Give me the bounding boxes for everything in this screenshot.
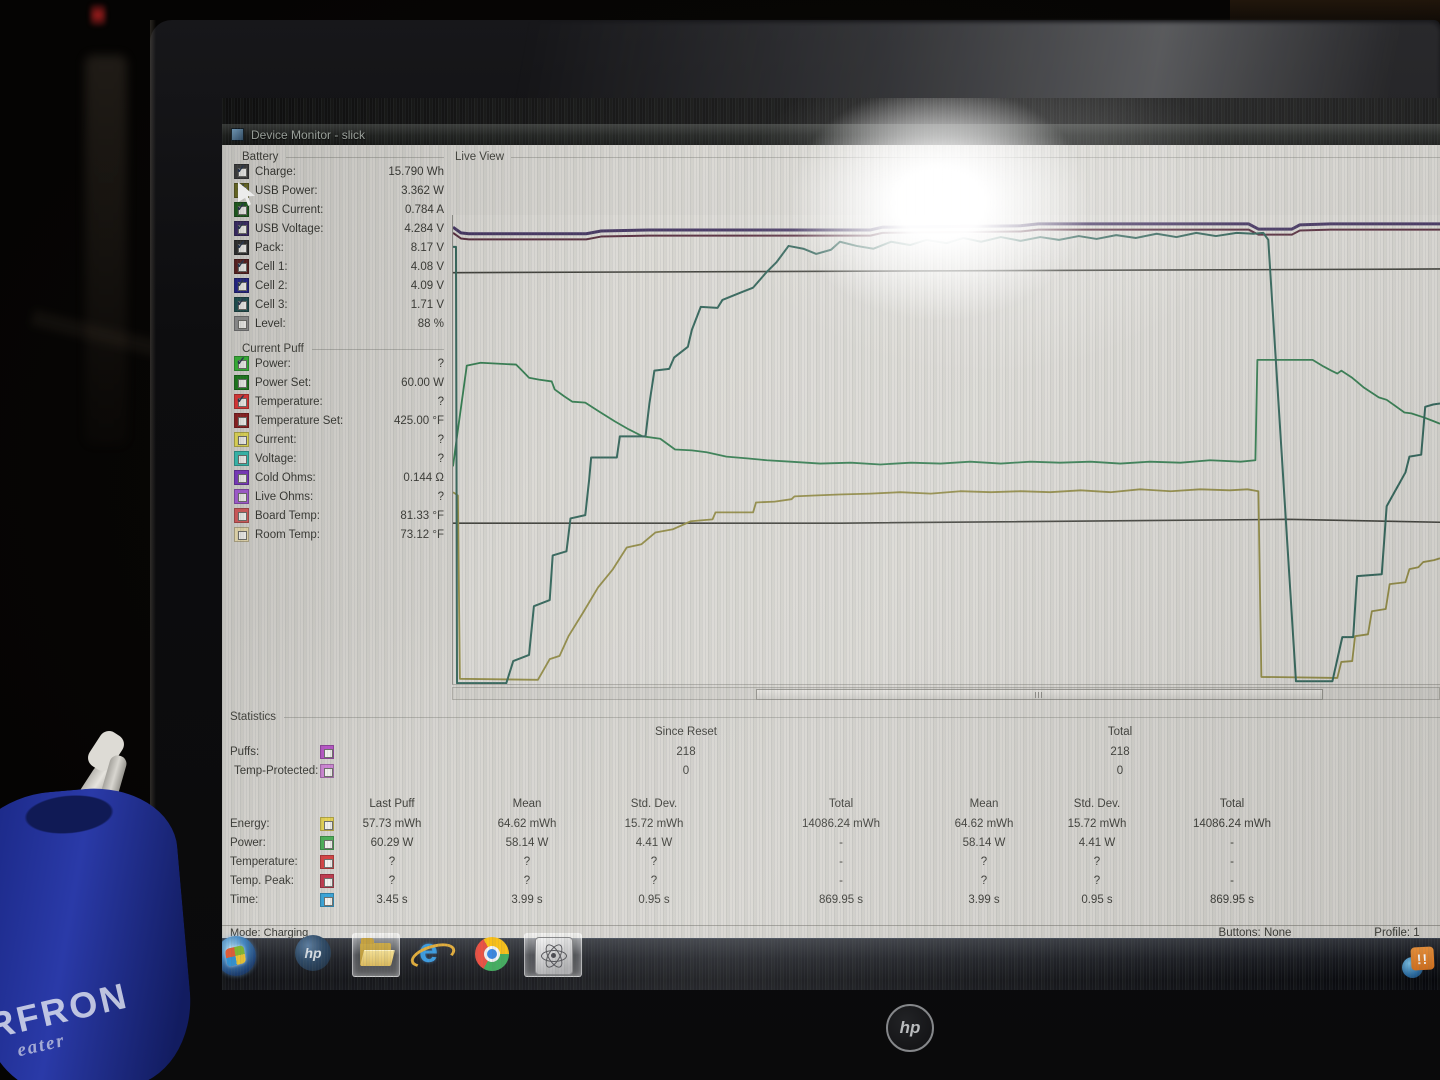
stats-counter-temp-protected-since-reset: 0: [682, 765, 690, 777]
statistics-area: Since Reset Total Puffs: 218 218 Temp-Protect…: [222, 98, 1440, 925]
stats-value-temp-peak-col0: ?: [388, 875, 396, 887]
stats-value-power-col5: 4.41 W: [1078, 837, 1116, 849]
stats-checkbox-temperature[interactable]: [320, 855, 334, 869]
stats-column-header-2-std-dev: Std. Dev.: [630, 798, 678, 810]
red-led-glow: [90, 4, 106, 26]
taskbar-item-internet-explorer[interactable]: e: [407, 932, 459, 975]
stats-row-label-time: Time:: [230, 894, 259, 906]
escribe-icon: [535, 937, 573, 975]
stats-column-header-4-mean: Mean: [969, 798, 999, 810]
status-bar: Mode: Charging Buttons: None Profile: 1: [222, 925, 1440, 939]
stats-column-header-5-std-dev: Std. Dev.: [1073, 798, 1121, 810]
photo-background: hp Device Monitor - slick Battery Curren…: [0, 0, 1440, 1080]
stats-column-header-0-last-puff: Last Puff: [369, 798, 415, 810]
stats-counter-puffs-since-reset: 218: [676, 746, 696, 758]
stats-counter-temp-protected-total: 0: [1116, 765, 1124, 777]
stats-group-since-reset: Since Reset: [654, 726, 718, 738]
bezel-reflection: [420, 22, 1440, 108]
atom-icon: [541, 941, 567, 971]
taskbar: hp e !!: [222, 932, 1440, 990]
stats-value-temperature-col6: -: [1230, 856, 1234, 868]
stats-checkbox-energy[interactable]: [320, 817, 334, 831]
stats-value-temperature-col4: ?: [980, 856, 988, 868]
stats-value-power-col3: -: [839, 837, 843, 849]
stats-value-energy-col2: 15.72 mWh: [624, 818, 684, 830]
stats-value-energy-col4: 64.62 mWh: [954, 818, 1014, 830]
stats-value-energy-col3: 14086.24 mWh: [802, 818, 880, 830]
stats-counter-puffs-total: 218: [1110, 746, 1130, 758]
stats-row-label-power: Power:: [230, 837, 266, 849]
hp-bezel-logo: hp: [886, 1004, 934, 1052]
stats-value-temperature-col2: ?: [650, 856, 658, 868]
stats-value-power-col2: 4.41 W: [635, 837, 673, 849]
chrome-icon: [475, 937, 509, 971]
stats-counter-label-temp-protected: Temp-Protected:: [234, 765, 319, 777]
stats-value-temperature-col1: ?: [523, 856, 531, 868]
stats-value-temp-peak-col5: ?: [1093, 875, 1101, 887]
stats-value-time-col3: 869.95 s: [818, 894, 864, 906]
windows-start-icon: [222, 936, 256, 976]
stats-value-time-col5: 0.95 s: [1081, 894, 1113, 906]
alert-badge-icon: !!: [1410, 946, 1435, 971]
stats-value-time-col0: 3.45 s: [376, 894, 408, 906]
hp-logo-text: hp: [899, 1018, 921, 1037]
stats-value-temp-peak-col6: -: [1230, 875, 1234, 887]
stats-value-time-col1: 3.99 s: [511, 894, 543, 906]
hp-icon: hp: [295, 935, 331, 971]
stats-value-energy-col6: 14086.24 mWh: [1193, 818, 1271, 830]
stats-value-time-col6: 869.95 s: [1209, 894, 1255, 906]
stats-value-temp-peak-col1: ?: [523, 875, 531, 887]
notification-area[interactable]: !!: [1402, 946, 1440, 983]
stats-counter-label-puffs: Puffs:: [230, 746, 260, 758]
folder-icon: [360, 938, 395, 966]
taskbar-item-hp[interactable]: hp: [292, 933, 338, 975]
stats-value-temp-peak-col4: ?: [980, 875, 988, 887]
stats-value-temp-peak-col2: ?: [650, 875, 658, 887]
stats-checkbox-time[interactable]: [320, 893, 334, 907]
stats-value-temperature-col5: ?: [1093, 856, 1101, 868]
stats-group-total: Total: [1107, 726, 1133, 738]
stats-column-header-6-total: Total: [1219, 798, 1245, 810]
stats-checkbox-temp-protected[interactable]: [320, 764, 334, 778]
stats-column-header-1-mean: Mean: [512, 798, 542, 810]
stats-row-label-temperature: Temperature:: [230, 856, 298, 868]
stats-value-power-col1: 58.14 W: [505, 837, 549, 849]
start-button[interactable]: [222, 933, 265, 976]
stats-value-energy-col1: 64.62 mWh: [497, 818, 557, 830]
taskbar-item-explorer[interactable]: [352, 933, 400, 977]
stats-checkbox-temp-peak[interactable]: [320, 874, 334, 888]
stats-value-temp-peak-col3: -: [839, 875, 843, 887]
stats-value-temperature-col3: -: [839, 856, 843, 868]
taskbar-item-chrome[interactable]: [470, 933, 516, 975]
background-object: [85, 55, 127, 445]
taskbar-item-escribe[interactable]: [524, 933, 582, 977]
stats-value-energy-col0: 57.73 mWh: [362, 818, 422, 830]
stats-value-time-col4: 3.99 s: [968, 894, 1000, 906]
stats-row-label-temp-peak: Temp. Peak:: [230, 875, 294, 887]
stats-value-power-col4: 58.14 W: [962, 837, 1006, 849]
stats-value-energy-col5: 15.72 mWh: [1067, 818, 1127, 830]
stats-column-header-3-total: Total: [828, 798, 854, 810]
stats-value-temperature-col0: ?: [388, 856, 396, 868]
stats-row-label-energy: Energy:: [230, 818, 270, 830]
stats-value-power-col0: 60.29 W: [370, 837, 414, 849]
stats-value-power-col6: -: [1230, 837, 1234, 849]
monitor-screen: Device Monitor - slick Battery Current P…: [222, 98, 1440, 990]
stats-checkbox-power[interactable]: [320, 836, 334, 850]
stats-checkbox-puffs[interactable]: [320, 745, 334, 759]
stats-value-time-col2: 0.95 s: [638, 894, 670, 906]
pen-cup: RFRON eater: [0, 727, 215, 1080]
